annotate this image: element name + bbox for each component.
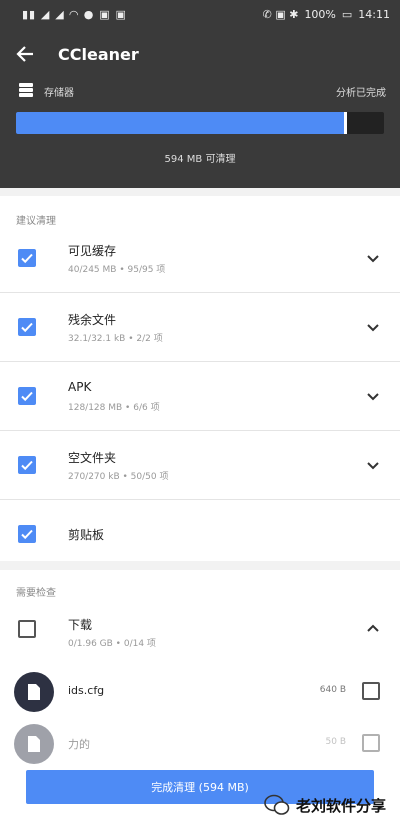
file-name: ids.cfg bbox=[68, 684, 105, 697]
file-checkbox[interactable] bbox=[362, 734, 380, 752]
chevron-down-icon[interactable] bbox=[366, 320, 380, 334]
chevron-down-icon[interactable] bbox=[366, 251, 380, 265]
checkbox-checked[interactable] bbox=[18, 525, 36, 543]
file-checkbox[interactable] bbox=[362, 682, 380, 700]
file-size: 640 B bbox=[319, 685, 346, 695]
checkbox-checked[interactable] bbox=[18, 318, 36, 336]
item-name: 剪贴板 bbox=[68, 528, 105, 542]
item-name: 可见缓存 bbox=[68, 244, 117, 258]
file-row[interactable]: ids.cfg 640 B bbox=[0, 670, 400, 714]
storage-progress-fill bbox=[16, 112, 348, 134]
storage-progress-bar bbox=[16, 112, 384, 134]
wechat-icon bbox=[264, 794, 290, 815]
checkbox-checked[interactable] bbox=[18, 387, 36, 405]
item-name: 空文件夹 bbox=[68, 451, 117, 465]
section-title-review: 需要检查 bbox=[16, 588, 56, 599]
battery-icon: ▭ bbox=[341, 7, 353, 21]
file-icon bbox=[14, 724, 54, 764]
freeable-text: 594 MB 可清理 bbox=[164, 154, 236, 165]
list-item[interactable]: 残余文件 32.1/32.1 kB • 2/2 项 bbox=[0, 293, 400, 362]
file-row[interactable]: 力的 50 B bbox=[0, 722, 400, 766]
watermark: 老刘软件分享 bbox=[264, 794, 386, 816]
suggested-list: 建议清理 可见缓存 40/245 MB • 95/95 项 残余文件 32.1/… bbox=[0, 196, 400, 561]
item-detail: 40/245 MB • 95/95 项 bbox=[68, 265, 166, 275]
toolbar: CCleaner bbox=[0, 38, 400, 70]
app-header: ▮▮ ◢ ◢ ◠ ● ▣ ▣ ✆ ▣ ✱ 100% ▭ 14:11 CClean… bbox=[0, 0, 400, 188]
page-title: CCleaner bbox=[58, 44, 139, 64]
signal-icon: ▮▮ ◢ ◢ ◠ ● ▣ ▣ bbox=[22, 7, 127, 21]
list-item[interactable]: 空文件夹 270/270 kB • 50/50 项 bbox=[0, 431, 400, 500]
watermark-text: 老刘软件分享 bbox=[295, 796, 386, 815]
status-bar: ▮▮ ◢ ◢ ◠ ● ▣ ▣ ✆ ▣ ✱ 100% ▭ 14:11 bbox=[0, 0, 400, 28]
checkbox-checked[interactable] bbox=[18, 456, 36, 474]
storage-row: 存储器 分析已完成 bbox=[18, 82, 386, 101]
back-arrow-icon[interactable] bbox=[14, 43, 36, 65]
file-icon bbox=[14, 672, 54, 712]
clock: 14:11 bbox=[358, 7, 390, 21]
battery-text: 100% bbox=[304, 7, 336, 21]
status-icons-right: ✆ ▣ ✱ 100% ▭ 14:11 bbox=[263, 8, 390, 21]
downloads-item[interactable]: 下载 0/1.96 GB • 0/14 项 bbox=[0, 610, 400, 662]
storage-label: 存储器 bbox=[44, 88, 74, 99]
chevron-down-icon[interactable] bbox=[366, 458, 380, 472]
analysis-status: 分析已完成 bbox=[336, 88, 386, 99]
checkbox-checked[interactable] bbox=[18, 249, 36, 267]
file-size: 50 B bbox=[325, 737, 347, 747]
chevron-up-icon[interactable] bbox=[366, 622, 380, 636]
item-name: 残余文件 bbox=[68, 313, 117, 327]
storage-icon bbox=[18, 82, 34, 101]
chevron-down-icon[interactable] bbox=[366, 389, 380, 403]
nfc-icon: ✆ ▣ ✱ bbox=[262, 7, 299, 21]
item-detail: 32.1/32.1 kB • 2/2 项 bbox=[68, 334, 163, 344]
item-detail: 270/270 kB • 50/50 项 bbox=[68, 472, 169, 482]
status-icons-left: ▮▮ ◢ ◢ ◠ ● ▣ ▣ bbox=[22, 8, 127, 21]
item-detail: 128/128 MB • 6/6 项 bbox=[68, 403, 160, 413]
item-name: APK bbox=[68, 380, 92, 394]
item-name: 下载 bbox=[68, 618, 93, 632]
list-item[interactable]: 剪贴板 bbox=[0, 500, 400, 568]
list-item[interactable]: 可见缓存 40/245 MB • 95/95 项 bbox=[0, 224, 400, 293]
list-item[interactable]: APK 128/128 MB • 6/6 项 bbox=[0, 362, 400, 431]
checkbox-unchecked[interactable] bbox=[18, 620, 36, 638]
item-detail: 0/1.96 GB • 0/14 项 bbox=[68, 639, 156, 649]
file-name: 力的 bbox=[68, 738, 90, 751]
